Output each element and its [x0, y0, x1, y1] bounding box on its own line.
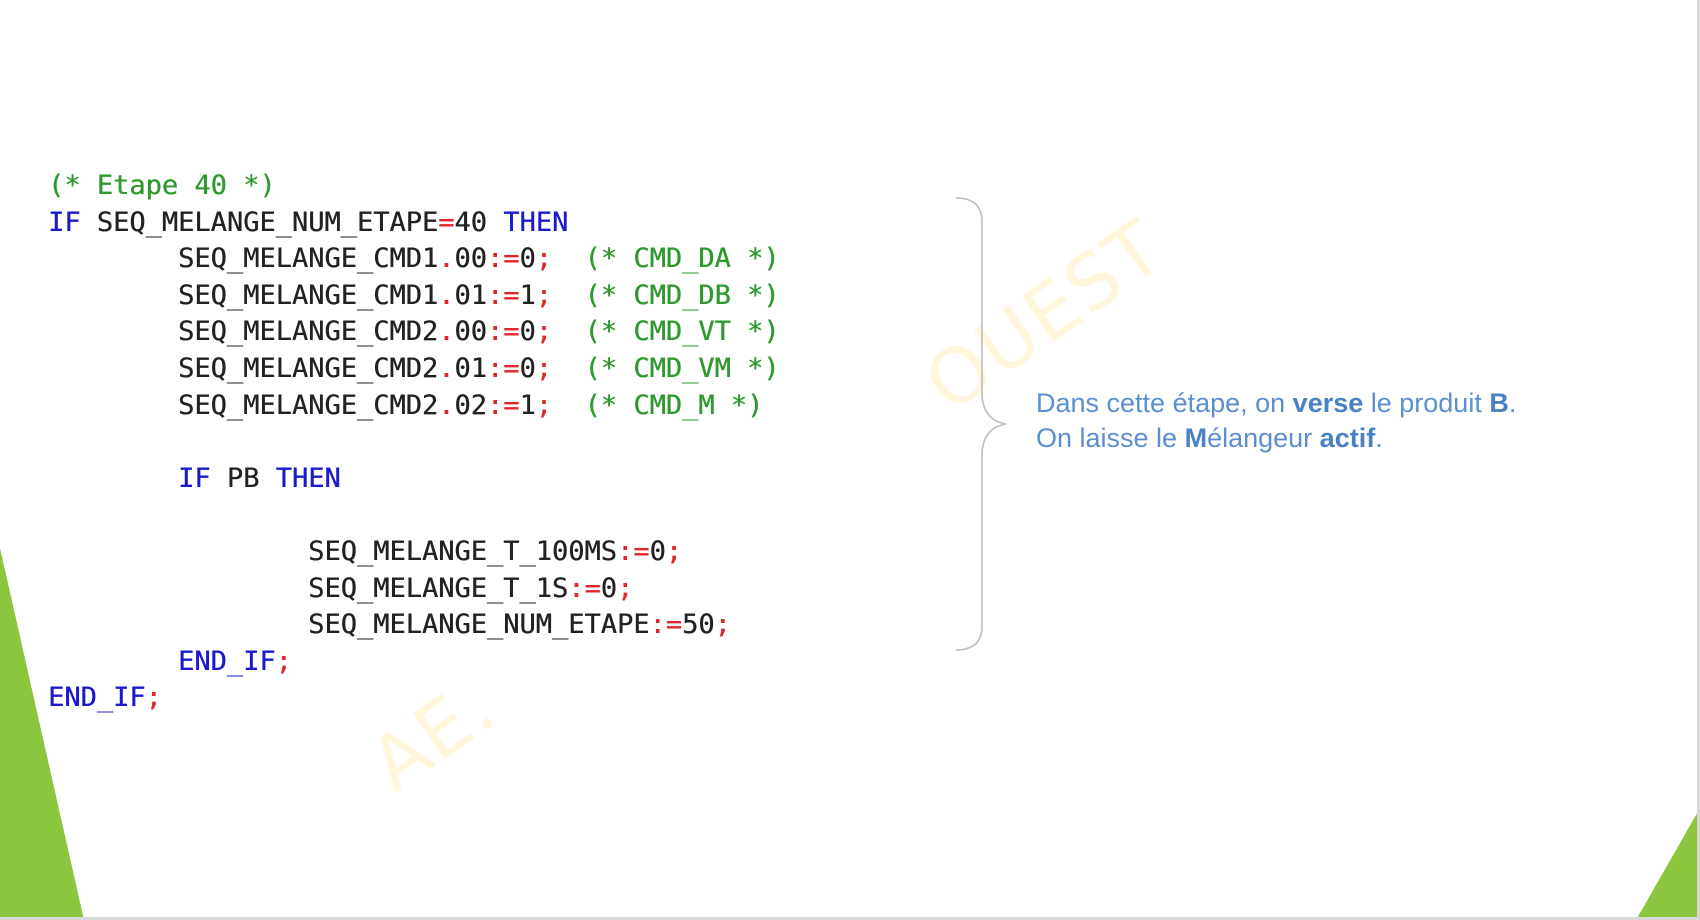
- code-token: 1: [519, 279, 536, 311]
- note-text: On laisse le: [1036, 423, 1185, 453]
- code-token: 40: [454, 206, 504, 238]
- note-bold-text: M: [1184, 423, 1208, 453]
- code-line: SEQ_MELANGE_T_100MS:=0;: [48, 534, 780, 571]
- code-token: SEQ_MELANGE_T_1S: [48, 572, 569, 604]
- code-token: PB: [210, 462, 276, 494]
- code-token: :=: [486, 243, 520, 275]
- code-line: SEQ_MELANGE_CMD2.01:=0; (* CMD_VM *): [48, 351, 780, 388]
- code-token: END_IF: [48, 645, 276, 677]
- code-token: SEQ_MELANGE_NUM_ETAPE: [48, 609, 650, 641]
- note-line-1: Dans cette étape, on verse le produit B.: [1036, 386, 1516, 421]
- code-token: 00: [454, 243, 487, 275]
- code-token: (* CMD_VM *): [551, 352, 780, 384]
- code-token: SEQ_MELANGE_CMD2: [48, 389, 439, 421]
- code-token: (* CMD_M *): [551, 389, 764, 421]
- slide: OUEST AE. (* Etape 40 *) IF SEQ_MELANGE_N…: [0, 0, 1700, 920]
- code-token: .: [438, 243, 455, 275]
- note-bold-text: verse: [1292, 388, 1364, 418]
- code-token: SEQ_MELANGE_CMD1: [48, 279, 439, 311]
- note-text: .: [1375, 423, 1383, 453]
- code-token: IF: [48, 206, 81, 238]
- code-token: .: [438, 352, 455, 384]
- code-line: IF SEQ_MELANGE_NUM_ETAPE=40 THEN: [48, 205, 780, 242]
- code-line: (* Etape 40 *): [48, 168, 780, 205]
- code-token: IF: [48, 462, 211, 494]
- code-token: (* Etape 40 *): [48, 170, 276, 201]
- code-token: 0: [519, 352, 536, 384]
- code-token: :=: [486, 389, 520, 421]
- code-line: SEQ_MELANGE_CMD2.02:=1; (* CMD_M *): [48, 388, 780, 425]
- explanation-note: Dans cette étape, on verse le produit B.…: [1036, 386, 1516, 456]
- code-token: :=: [649, 609, 682, 641]
- code-token: ;: [275, 645, 292, 677]
- code-token: 1: [519, 389, 536, 421]
- code-token: ;: [535, 316, 552, 348]
- code-token: :=: [486, 316, 520, 348]
- note-text: Dans cette étape, on: [1036, 388, 1293, 418]
- code-token: 0: [600, 572, 617, 604]
- code-token: ;: [535, 352, 552, 384]
- code-line: SEQ_MELANGE_CMD2.00:=0; (* CMD_VT *): [48, 314, 780, 351]
- note-bold-text: B: [1489, 388, 1509, 418]
- code-token: 0: [519, 243, 536, 275]
- code-line: END_IF;: [48, 680, 780, 717]
- code-line: SEQ_MELANGE_CMD1.01:=1; (* CMD_DB *): [48, 278, 780, 315]
- code-token: END_IF: [48, 682, 146, 714]
- code-token: ;: [665, 535, 682, 567]
- note-bold-text: actif: [1319, 423, 1376, 453]
- code-token: .: [438, 279, 455, 311]
- code-token: ;: [616, 572, 634, 604]
- code-token: THEN: [275, 462, 341, 494]
- code-token: (* CMD_DB *): [551, 279, 780, 311]
- code-line: SEQ_MELANGE_CMD1.00:=0; (* CMD_DA *): [48, 241, 780, 278]
- code-token: ;: [535, 243, 552, 275]
- code-token: SEQ_MELANGE_CMD2: [48, 316, 439, 348]
- code-token: ;: [535, 279, 552, 311]
- code-token: 00: [454, 316, 487, 348]
- code-line: END_IF;: [48, 644, 780, 681]
- code-token: (* CMD_DA *): [551, 243, 780, 275]
- code-token: SEQ_MELANGE_T_100MS: [48, 535, 617, 567]
- code-token: SEQ_MELANGE_CMD2: [48, 352, 439, 384]
- code-token: 0: [519, 316, 536, 348]
- code-token: :=: [486, 279, 520, 311]
- code-token: SEQ_MELANGE_NUM_ETAPE: [80, 206, 439, 238]
- code-line: SEQ_MELANGE_NUM_ETAPE:=50;: [48, 607, 780, 644]
- note-text: le produit: [1363, 388, 1490, 418]
- code-token: ;: [145, 682, 162, 714]
- code-token: ;: [714, 609, 731, 641]
- code-token: :=: [616, 535, 650, 567]
- code-token: SEQ_MELANGE_CMD1: [48, 243, 439, 275]
- code-token: 0: [649, 535, 666, 567]
- code-token: 02: [454, 389, 487, 421]
- code-token: ;: [535, 389, 552, 421]
- code-line: IF PB THEN: [48, 461, 780, 498]
- code-token: (* CMD_VT *): [551, 316, 780, 348]
- note-text: .: [1508, 388, 1517, 418]
- curly-brace: [955, 197, 1007, 651]
- code-token: .: [438, 389, 455, 421]
- note-line-2: On laisse le Mélangeur actif.: [1036, 421, 1516, 456]
- code-token: THEN: [503, 206, 569, 238]
- right-green-triangle: [1636, 808, 1700, 920]
- code-token: 01: [454, 279, 487, 311]
- code-token: 50: [681, 609, 715, 641]
- code-block: (* Etape 40 *) IF SEQ_MELANGE_NUM_ETAPE=4…: [48, 168, 780, 717]
- code-line: SEQ_MELANGE_T_1S:=0;: [48, 571, 780, 608]
- note-text: élangeur: [1207, 423, 1320, 453]
- code-token: :=: [568, 572, 601, 604]
- code-token: :=: [486, 352, 520, 384]
- code-token: .: [438, 316, 455, 348]
- code-token: =: [438, 206, 455, 238]
- code-token: 01: [454, 352, 487, 384]
